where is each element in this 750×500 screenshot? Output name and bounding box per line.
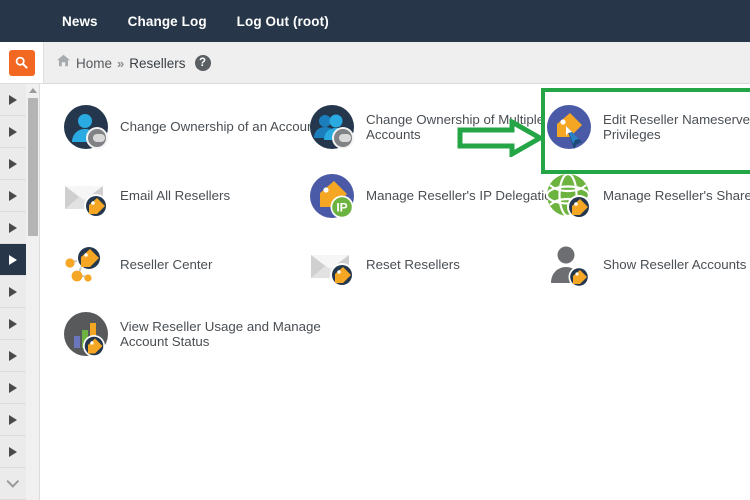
tile-change-ownership-of-an-account[interactable]: Change Ownership of an Account — [63, 104, 323, 150]
left-sidebar — [0, 84, 26, 500]
sidebar-scroll-down-button[interactable] — [0, 468, 26, 500]
tile-label: Email All Resellers — [120, 188, 231, 204]
sidebar-item-12[interactable] — [0, 436, 26, 468]
tile-label: Reset Resellers — [366, 257, 460, 273]
play-triangle-icon — [9, 414, 17, 425]
edit-tag-cursor-icon — [546, 104, 592, 150]
sidebar-item-11[interactable] — [0, 404, 26, 436]
play-triangle-icon — [9, 286, 17, 297]
breadcrumb-separator: » — [117, 55, 125, 71]
nav-change-log[interactable]: Change Log — [128, 14, 207, 29]
tile-reseller-center[interactable]: Reseller Center — [63, 242, 323, 288]
tile-manage-resellers-shared-ip[interactable]: Manage Reseller's Shared II — [546, 173, 750, 219]
tiles-row-1: Change Ownership of an Account Change Ow… — [41, 104, 750, 173]
chevron-up-icon — [29, 88, 37, 93]
breadcrumb-home-link[interactable]: Home — [76, 56, 112, 71]
sidebar-item-8[interactable] — [0, 308, 26, 340]
envelope-tag-icon — [63, 173, 109, 219]
tile-show-reseller-accounts[interactable]: Show Reseller Accounts — [546, 242, 750, 288]
sidebar-item-2[interactable] — [0, 116, 26, 148]
sidebar-scroll-up-button[interactable] — [26, 84, 40, 97]
search-button[interactable] — [8, 49, 35, 76]
tiles-row-2: Email All Resellers IP Manage Reseller's… — [41, 173, 750, 242]
tile-label: Change Ownership of an Account — [120, 119, 319, 135]
sidebar-scrollbar[interactable] — [26, 84, 40, 500]
tile-change-ownership-of-multiple-accounts[interactable]: Change Ownership of Multiple Accounts — [309, 104, 559, 150]
play-triangle-icon — [9, 94, 17, 105]
play-triangle-icon — [9, 190, 17, 201]
main-content: Change Ownership of an Account Change Ow… — [41, 84, 750, 500]
svg-text:IP: IP — [336, 201, 347, 215]
single-user-icon — [63, 104, 109, 150]
play-triangle-icon — [9, 318, 17, 329]
top-navigation-bar: News Change Log Log Out (root) — [0, 0, 750, 42]
sidebar-item-6-active[interactable] — [0, 244, 26, 276]
sidebar-scrollbar-thumb[interactable] — [28, 98, 38, 236]
sidebar-item-5[interactable] — [0, 212, 26, 244]
breadcrumb: Home » Resellers ? — [56, 42, 211, 84]
tile-email-all-resellers[interactable]: Email All Resellers — [63, 173, 323, 219]
multiple-users-icon — [309, 104, 355, 150]
tile-label: Show Reseller Accounts — [603, 257, 747, 273]
app-root: News Change Log Log Out (root) Home » Re… — [0, 0, 750, 500]
tile-label: Reseller Center — [120, 257, 213, 273]
breadcrumb-bar: Home » Resellers ? — [0, 42, 750, 84]
home-icon — [56, 54, 71, 72]
play-triangle-icon — [9, 254, 17, 265]
user-silhouette-tag-icon — [546, 242, 592, 288]
search-icon — [14, 55, 29, 70]
nav-news[interactable]: News — [62, 14, 98, 29]
tile-label: View Reseller Usage and Manage Account S… — [120, 318, 321, 350]
tiles-row-4: View Reseller Usage and Manage Account S… — [41, 311, 750, 381]
tiles-row-3: Reseller Center Reset Resellers Show Res… — [41, 242, 750, 311]
tag-ip-icon: IP — [309, 173, 355, 219]
nav-log-out[interactable]: Log Out (root) — [237, 14, 329, 29]
tile-label: Change Ownership of Multiple Accounts — [366, 111, 545, 143]
sidebar-item-4[interactable] — [0, 180, 26, 212]
play-triangle-icon — [9, 446, 17, 457]
tile-label: Manage Reseller's Shared II — [603, 188, 750, 204]
breadcrumb-current-page: Resellers — [129, 55, 186, 71]
search-button-container — [0, 42, 44, 84]
sidebar-item-3[interactable] — [0, 148, 26, 180]
play-triangle-icon — [9, 126, 17, 137]
play-triangle-icon — [9, 350, 17, 361]
sidebar-item-7[interactable] — [0, 276, 26, 308]
tiles-grid: Change Ownership of an Account Change Ow… — [41, 84, 750, 381]
play-triangle-icon — [9, 158, 17, 169]
top-navigation-links: News Change Log Log Out (root) — [62, 14, 329, 29]
play-triangle-icon — [9, 222, 17, 233]
globe-tag-icon — [546, 173, 592, 219]
tile-reset-resellers[interactable]: Reset Resellers — [309, 242, 559, 288]
tile-label: Edit Reseller Nameservers a Privileges — [603, 111, 750, 143]
sidebar-item-1[interactable] — [0, 84, 26, 116]
tile-edit-reseller-nameservers-and-privileges[interactable]: Edit Reseller Nameservers a Privileges — [546, 104, 750, 150]
envelope-tag-icon — [309, 242, 355, 288]
sidebar-item-10[interactable] — [0, 372, 26, 404]
tile-view-reseller-usage-and-manage-account-status[interactable]: View Reseller Usage and Manage Account S… — [63, 311, 323, 357]
network-tag-icon — [63, 242, 109, 288]
tile-manage-resellers-ip-delegation[interactable]: IP Manage Reseller's IP Delegation — [309, 173, 559, 219]
help-icon[interactable]: ? — [194, 55, 211, 71]
play-triangle-icon — [9, 382, 17, 393]
chevron-down-icon — [5, 475, 19, 488]
tile-label: Manage Reseller's IP Delegation — [366, 188, 559, 204]
sidebar-item-9[interactable] — [0, 340, 26, 372]
bar-chart-tag-icon — [63, 311, 109, 357]
